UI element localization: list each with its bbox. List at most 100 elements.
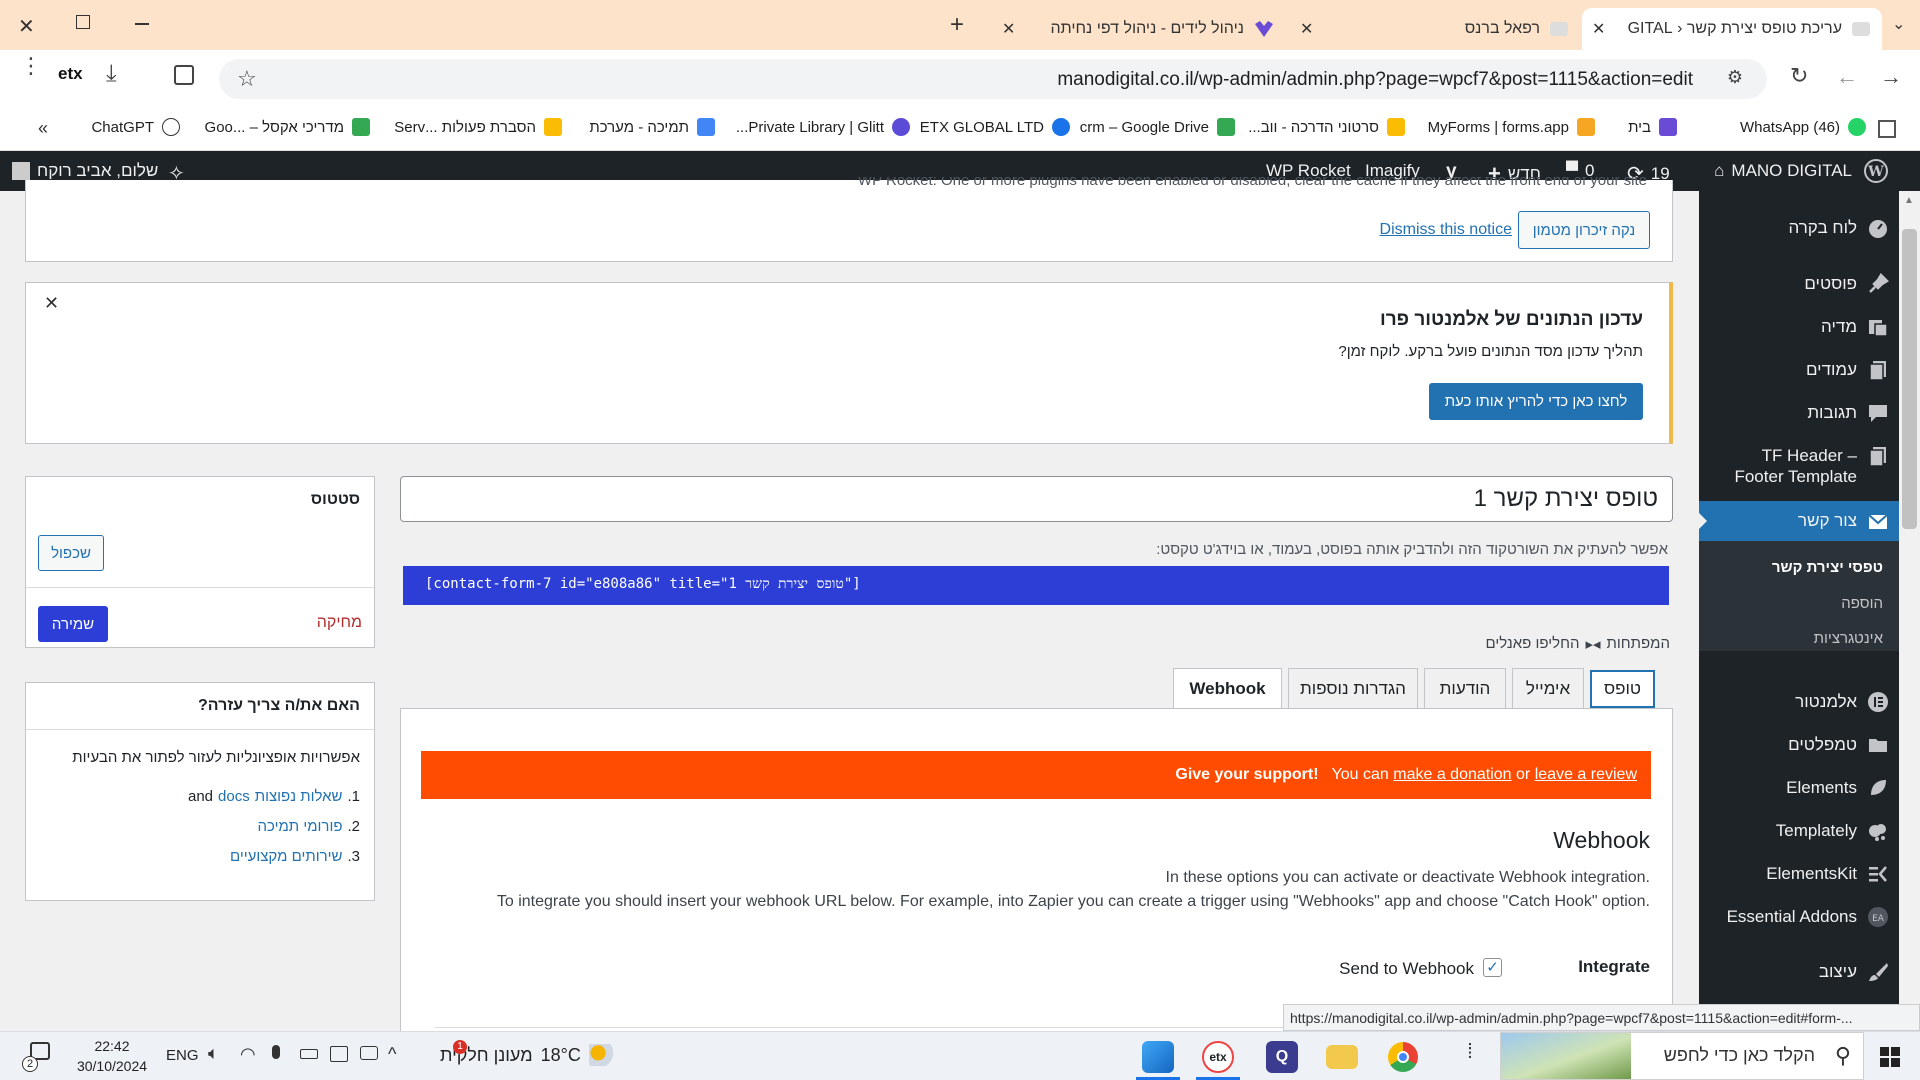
bookmark-excel[interactable]: מדריכי אקסל – ...Goo [205, 118, 370, 136]
forward-icon[interactable]: ← [1836, 64, 1858, 90]
pro-services-link[interactable]: שירותים מקצועיים [230, 848, 343, 865]
run-update-button[interactable]: לחצו כאן כדי להריץ אותו כעת [1429, 383, 1643, 420]
menu-elements[interactable]: Elements [1699, 777, 1899, 798]
menu-essential-addons[interactable]: EA Essential Addons [1699, 906, 1899, 927]
tab-form[interactable]: טופס [1590, 670, 1655, 708]
menu-comments[interactable]: תגובות [1699, 402, 1899, 423]
tab-leads[interactable]: ניהול לידים - ניהול דפי נחיתה ✕ [992, 8, 1286, 50]
menu-icon[interactable]: ⋮ [20, 55, 42, 77]
duplicate-button[interactable]: שכפול [38, 535, 104, 571]
menu-tf-header[interactable]: TF Header – Footer Template [1699, 445, 1899, 487]
elementor-notice-text: תהליך עדכון מסד הנתונים פועל ברקע. לוקח … [1338, 343, 1643, 360]
chrome-icon[interactable] [1388, 1042, 1418, 1072]
tab-email[interactable]: אימייל [1512, 668, 1584, 708]
new-tab-button[interactable]: + [950, 11, 964, 39]
close-tab-icon[interactable]: ✕ [1300, 19, 1313, 39]
restore-window-button[interactable] [76, 15, 90, 29]
etx-extension-icon[interactable]: etx [58, 64, 83, 84]
bookmark-etx[interactable]: ETX GLOBAL LTD [920, 118, 1070, 136]
site-info-icon[interactable]: ⚙ [1727, 67, 1743, 88]
app-q-icon[interactable]: Q [1266, 1041, 1298, 1073]
wp-logo-icon[interactable]: W [1864, 159, 1888, 183]
close-window-button[interactable]: ✕ [18, 14, 35, 39]
menu-templates[interactable]: טמפלטים [1699, 734, 1899, 755]
photos-icon[interactable] [1142, 1041, 1174, 1073]
reload-icon[interactable]: ↻ [1790, 63, 1808, 89]
wprocket-notice-text: WP Rocket: One or more plugins have been… [857, 177, 1647, 189]
tab-messages[interactable]: הודעות [1424, 668, 1506, 708]
menu-templately[interactable]: Templately [1699, 820, 1899, 841]
form-title-input[interactable]: טופס יצירת קשר 1 [400, 476, 1673, 522]
scroll-thumb[interactable] [1902, 229, 1917, 529]
file-explorer-icon[interactable] [1326, 1045, 1358, 1069]
search-icon: ⚲ [1834, 1043, 1851, 1068]
close-icon[interactable]: ✕ [44, 293, 59, 314]
extensions-icon[interactable] [174, 65, 194, 85]
clear-cache-button[interactable]: נקה זיכרון מטמון [1518, 211, 1650, 249]
menu-dashboard[interactable]: לוח בקרה [1699, 217, 1899, 238]
meet-icon[interactable] [360, 1046, 378, 1060]
submenu-forms[interactable]: טפסי יצירת קשר [1699, 559, 1899, 576]
language-indicator[interactable]: ENG [166, 1047, 199, 1064]
display-icon[interactable] [330, 1046, 348, 1062]
docs-link[interactable]: docs [218, 788, 250, 805]
bookmark-whatsapp[interactable]: (46) WhatsApp [1740, 118, 1866, 136]
help-item-1: 1. שאלות נפוצות docs and [188, 788, 360, 805]
bookmark-actions[interactable]: הסברת פעולות ...Serv [394, 118, 562, 136]
menu-appearance[interactable]: עיצוב [1699, 961, 1899, 982]
minimize-window-button[interactable] [135, 23, 149, 25]
etx-app-icon[interactable]: etx [1202, 1041, 1234, 1073]
tab-webhook[interactable]: Webhook [1173, 668, 1282, 709]
submenu-add[interactable]: הוספה [1699, 595, 1899, 612]
tab-edit-form[interactable]: עריכת טופס יצירת קשר ‹ GITAL ✕ [1582, 8, 1882, 50]
tab-dropdown-icon[interactable]: ⌄ [1892, 14, 1905, 34]
windows-start-icon[interactable] [1880, 1047, 1900, 1067]
menu-pages[interactable]: עמודים [1699, 359, 1899, 381]
bookmark-myforms[interactable]: MyForms | forms.app [1428, 118, 1595, 136]
dismiss-notice-link[interactable]: Dismiss this notice [1380, 221, 1512, 239]
review-link[interactable]: leave a review [1535, 766, 1637, 783]
shortcode-field[interactable]: [contact-form-7 id="e808a86" title="טופס… [403, 566, 1669, 605]
send-to-webhook-checkbox[interactable]: ✓ [1483, 958, 1502, 977]
menu-posts[interactable]: פוסטים [1699, 273, 1899, 294]
taskbar-search[interactable]: ⚲ הקלד כאן כדי לחפש [1500, 1032, 1864, 1080]
my-account-link[interactable]: שלום, אביב רוקח [12, 161, 158, 181]
tab-rafael[interactable]: רפאל ברנס ✕ [1290, 8, 1580, 50]
close-tab-icon[interactable]: ✕ [1002, 19, 1015, 39]
menu-elementskit[interactable]: ElementsKit [1699, 863, 1899, 884]
bookmark-chatgpt[interactable]: ChatGPT [91, 118, 180, 136]
delete-link[interactable]: מחיקה [317, 614, 362, 632]
bookmark-crm[interactable]: crm – Google Drive [1080, 118, 1235, 136]
tab-additional-settings[interactable]: הגדרות נוספות [1288, 668, 1418, 708]
bookmark-glitter[interactable]: Private Library | Glitt... [736, 118, 910, 136]
wifi-icon[interactable]: ◠ [240, 1044, 256, 1065]
clock[interactable]: 22:42 30/10/2024 [72, 1036, 152, 1076]
close-tab-icon[interactable]: ✕ [1592, 19, 1605, 39]
avatar [12, 162, 30, 180]
menu-elementor[interactable]: אלמנטור [1699, 691, 1899, 712]
star-icon[interactable]: ☆ [237, 66, 257, 92]
battery-icon[interactable] [300, 1049, 318, 1059]
back-icon[interactable]: → [1880, 64, 1902, 90]
support-forums-link[interactable]: פורומי תמיכה [258, 818, 343, 835]
apps-icon[interactable] [1878, 120, 1896, 138]
more-bookmarks-icon[interactable]: « [38, 118, 48, 139]
save-button[interactable]: שמירה [38, 606, 108, 642]
scroll-up-icon[interactable]: ▲ [1904, 195, 1914, 206]
address-bar[interactable]: ☆ manodigital.co.il/wp-admin/admin.php?p… [219, 59, 1767, 99]
page-scrollbar[interactable]: ▲ [1899, 191, 1920, 1031]
donation-link[interactable]: make a donation [1393, 766, 1511, 783]
tray-chevron-icon[interactable]: ^ [388, 1044, 396, 1065]
volume-icon[interactable]: 🔈︎ [208, 1043, 219, 1064]
submenu-integrations[interactable]: אינטגרציות [1699, 630, 1899, 647]
site-name-link[interactable]: ⌂ MANO DIGITAL [1714, 161, 1852, 181]
microphone-icon[interactable] [272, 1045, 280, 1059]
faq-link[interactable]: שאלות נפוצות [255, 788, 343, 805]
bookmark-tutorials[interactable]: סרטוני הדרכה - ווב... [1248, 118, 1405, 136]
bookmark-home[interactable]: בית [1628, 118, 1677, 136]
menu-media[interactable]: מדיה [1699, 316, 1899, 337]
menu-contact[interactable]: צור קשר [1699, 501, 1899, 541]
bookmark-support[interactable]: תמיכה - מערכת [589, 118, 715, 136]
download-icon[interactable]: ⤓ [106, 60, 117, 88]
task-view-icon[interactable]: ⁞ [1454, 1041, 1486, 1073]
